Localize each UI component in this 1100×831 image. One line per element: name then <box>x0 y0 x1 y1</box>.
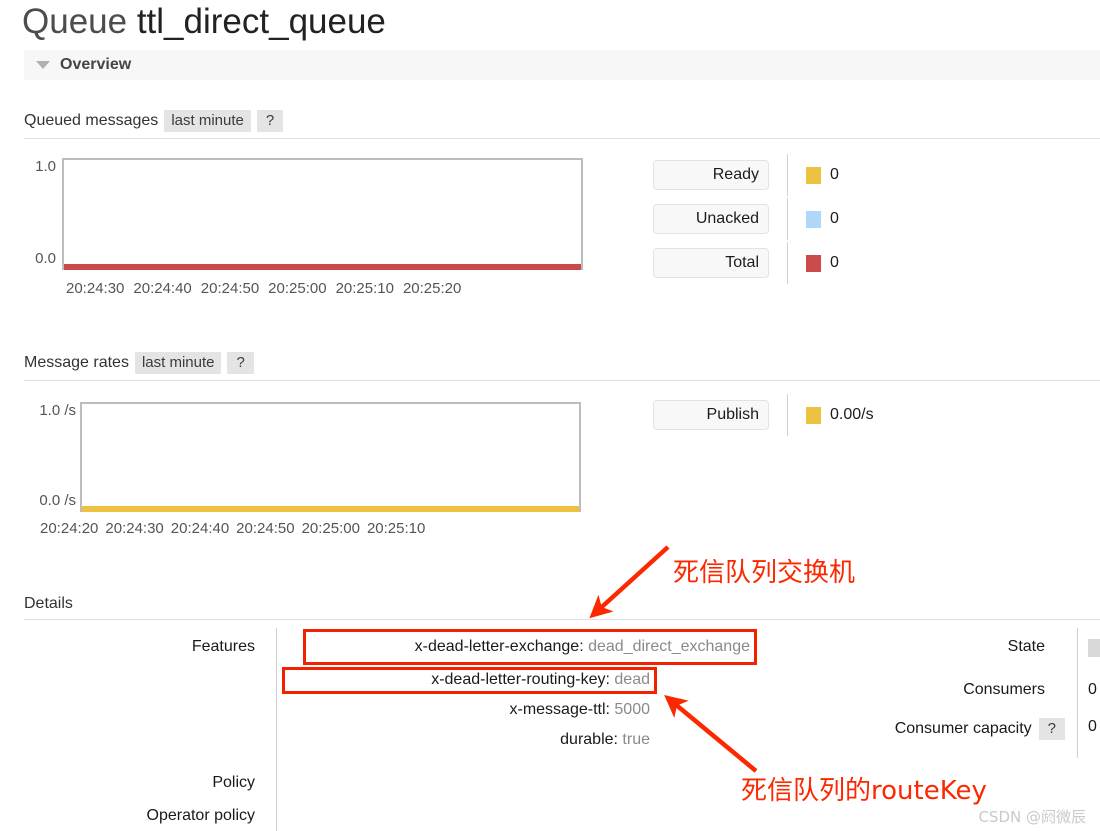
details-label-features: Features <box>191 638 255 655</box>
triangle-down-icon[interactable] <box>36 61 50 69</box>
details-label-consumers: Consumers <box>963 681 1045 698</box>
watermark: CSDN @阏微辰 <box>978 808 1086 826</box>
message-rates-title: Message rates <box>24 354 129 371</box>
chart1-xtick: 20:25:20 <box>402 280 462 297</box>
legend-value-total: 0 <box>830 254 839 271</box>
chart2-xtick: 20:24:30 <box>105 520 164 537</box>
chart2-xtick: 20:24:20 <box>40 520 99 537</box>
details-label-state: State <box>1007 638 1045 655</box>
details-title: Details <box>24 595 73 612</box>
feature-key: x-dead-letter-exchange: <box>414 638 584 655</box>
queued-messages-header: Queued messages last minute ? <box>24 110 1100 139</box>
legend-value-unacked: 0 <box>830 210 839 227</box>
details-label-operator-policy: Operator policy <box>146 807 256 824</box>
feature-value: dead_direct_exchange <box>588 638 750 655</box>
feature-value: true <box>622 731 650 748</box>
legend-button-total[interactable]: Total <box>653 248 769 278</box>
legend-row: Total 0 <box>653 242 839 284</box>
chart2-plot-area <box>80 402 581 512</box>
page-title-queue-name: ttl_direct_queue <box>136 2 386 41</box>
feature-key: x-message-ttl: <box>509 701 610 718</box>
chart1-xtick: 20:25:10 <box>335 280 394 297</box>
annotation-label-dead-letter-routing-key: 死信队列的routeKey <box>741 776 987 806</box>
feature-row-dead-letter-routing-key: x-dead-letter-routing-key: dead <box>290 671 650 689</box>
chart1-plot-area <box>62 158 583 270</box>
chart1-xtick: 20:24:50 <box>200 280 260 297</box>
chart2-xtick: 20:24:50 <box>236 520 295 537</box>
details-header: Details <box>24 595 1100 620</box>
details-divider-left <box>276 628 277 831</box>
annotation-label-dead-letter-exchange: 死信队列交换机 <box>673 558 856 588</box>
queued-messages-title: Queued messages <box>24 112 159 129</box>
legend-divider <box>787 242 788 284</box>
page-title: Queue ttl_direct_queue <box>22 2 386 42</box>
details-value-consumers: 0 <box>1088 681 1097 698</box>
chart2-xtick: 20:25:10 <box>366 520 426 537</box>
chart1-series-total-line <box>64 264 581 270</box>
chart2-xtick: 20:24:40 <box>170 520 230 537</box>
chart1-xtick: 20:25:00 <box>268 280 327 297</box>
legend-value-publish: 0.00/s <box>830 406 874 423</box>
legend-row: Publish 0.00/s <box>653 394 874 436</box>
feature-value: 5000 <box>614 701 650 718</box>
legend-swatch-unacked <box>806 210 821 228</box>
chart2-series-publish-line <box>82 506 579 512</box>
queued-messages-help-icon[interactable]: ? <box>256 110 284 132</box>
chart1-xtick: 20:24:30 <box>66 280 125 297</box>
status-badge <box>1088 639 1100 657</box>
legend-row: Ready 0 <box>653 154 839 196</box>
legend-button-publish[interactable]: Publish <box>653 400 769 430</box>
details-value-consumer-capacity: 0 <box>1088 718 1097 735</box>
queued-messages-period-chip[interactable]: last minute <box>164 110 251 132</box>
consumer-capacity-help-icon[interactable]: ? <box>1038 718 1065 740</box>
details-divider-right <box>1077 628 1078 758</box>
legend-divider <box>787 198 788 240</box>
chart1-xticks: 20:24:30 20:24:40 20:24:50 20:25:00 20:2… <box>66 280 461 297</box>
chart2-xticks: 20:24:20 20:24:30 20:24:40 20:24:50 20:2… <box>40 520 425 537</box>
overview-label: Overview <box>60 56 132 73</box>
feature-key: x-dead-letter-routing-key: <box>431 671 610 688</box>
message-rates-header: Message rates last minute ? <box>24 352 1100 381</box>
legend-swatch-publish <box>806 406 821 424</box>
consumer-capacity-text: Consumer capacity <box>894 720 1032 737</box>
annotation-arrow-dead-letter-routing-key <box>664 694 758 773</box>
feature-row-durable: durable: true <box>290 731 650 749</box>
feature-row-message-ttl: x-message-ttl: 5000 <box>290 701 650 719</box>
page-title-prefix: Queue <box>22 2 128 41</box>
legend-value-ready: 0 <box>830 166 839 183</box>
message-rates-period-chip[interactable]: last minute <box>134 352 222 374</box>
chart2-ytick-max: 1.0 /s <box>39 402 76 419</box>
legend-swatch-total <box>806 254 821 272</box>
chart1-ytick-max: 1.0 <box>35 158 56 175</box>
legend-row: Unacked 0 <box>653 198 839 240</box>
chart1-ytick-min: 0.0 <box>35 250 56 267</box>
feature-key: durable: <box>560 731 618 748</box>
chart1-xtick: 20:24:40 <box>133 280 192 297</box>
queued-messages-legend: Ready 0 Unacked 0 Total 0 <box>653 154 839 292</box>
feature-value: dead <box>614 671 650 688</box>
legend-button-ready[interactable]: Ready <box>653 160 769 190</box>
legend-divider <box>787 154 788 196</box>
legend-button-unacked[interactable]: Unacked <box>653 204 769 234</box>
details-label-policy: Policy <box>212 774 255 791</box>
feature-row-dead-letter-exchange: x-dead-letter-exchange: dead_direct_exch… <box>310 638 750 656</box>
message-rates-legend: Publish 0.00/s <box>653 394 874 436</box>
chart2-ytick-min: 0.0 /s <box>39 492 76 509</box>
message-rates-help-icon[interactable]: ? <box>227 352 254 374</box>
legend-swatch-ready <box>806 166 821 184</box>
chart2-xtick: 20:25:00 <box>301 520 360 537</box>
details-label-consumer-capacity: Consumer capacity ? <box>790 718 1065 740</box>
legend-divider <box>787 394 788 436</box>
overview-section-header[interactable]: Overview <box>24 50 1100 80</box>
